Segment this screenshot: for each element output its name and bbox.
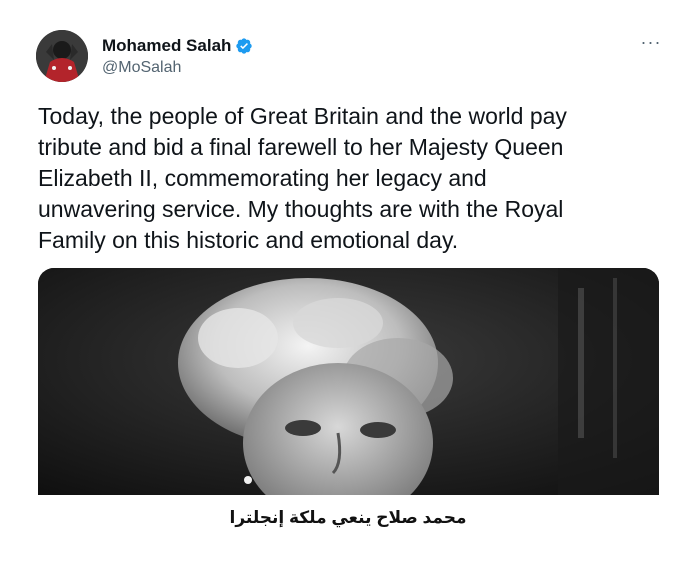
- author-name-text: Mohamed Salah: [102, 36, 232, 55]
- tweet-text: Today, the people of Great Britain and t…: [38, 103, 567, 253]
- author-name[interactable]: Mohamed Salah: [102, 36, 253, 56]
- author-handle[interactable]: @MoSalah: [102, 59, 181, 77]
- tweet-card: Mohamed Salah @MoSalah ··· Today, the pe…: [0, 0, 696, 500]
- verified-badge-icon: [235, 37, 253, 55]
- more-options-icon[interactable]: ···: [636, 30, 666, 54]
- tweet-photo[interactable]: [38, 268, 659, 495]
- caption: محمد صلاح ينعي ملكة إنجلترا: [229, 508, 467, 527]
- avatar[interactable]: [36, 30, 88, 82]
